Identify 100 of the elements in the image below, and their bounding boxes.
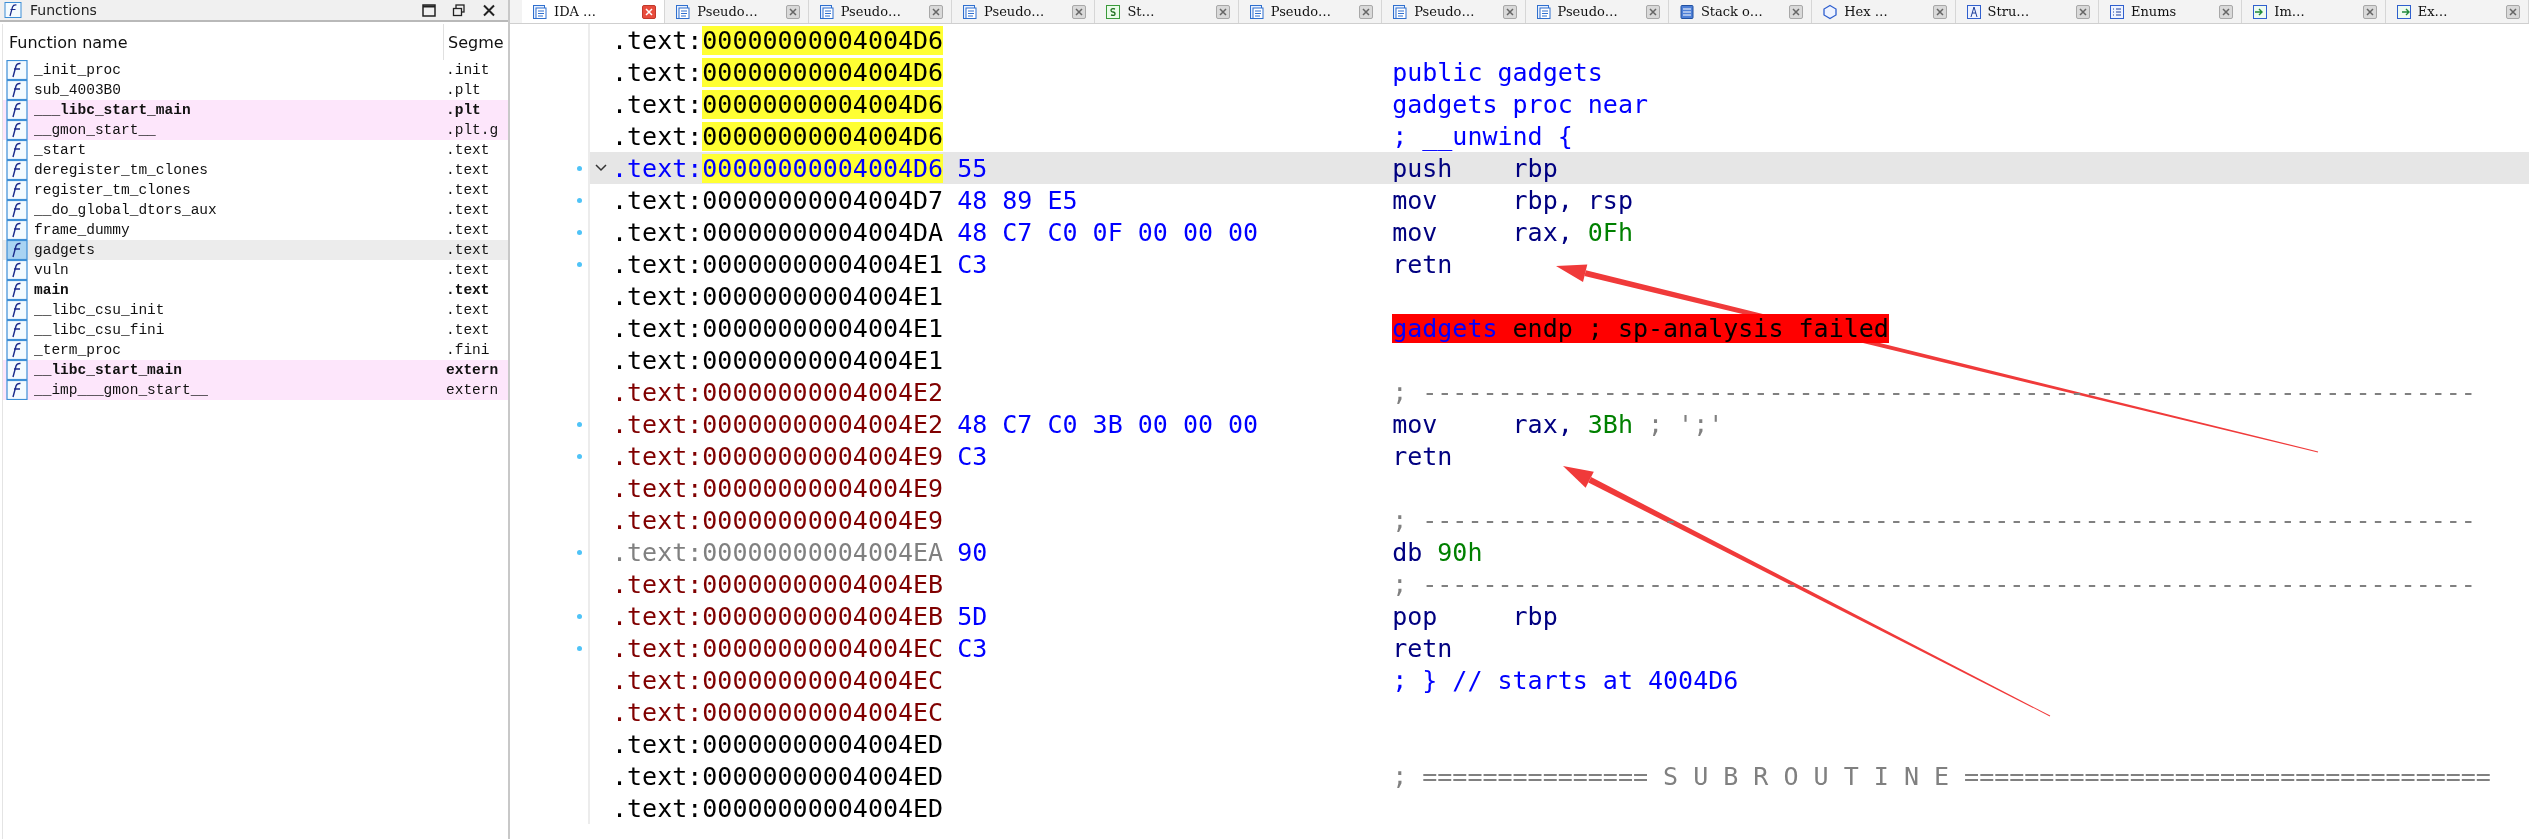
tab-close-button[interactable] <box>1645 4 1660 19</box>
segment-name: .fini <box>445 342 491 358</box>
tab-close-button[interactable] <box>1072 4 1087 19</box>
address-text: .text:00000000004004EB <box>612 601 944 631</box>
tab[interactable]: Stru… <box>1955 0 2099 23</box>
function-row[interactable]: frame_dummy .text <box>3 220 508 240</box>
function-row[interactable]: deregister_tm_clones .text <box>3 160 508 180</box>
document-icon <box>675 3 692 20</box>
stack-icon <box>1678 3 1695 20</box>
panel-title: Functions <box>30 1 98 19</box>
function-name: __libc_start_main <box>34 362 182 378</box>
tab-close-button[interactable] <box>1215 4 1230 19</box>
tab[interactable]: Pseudo… <box>952 0 1096 23</box>
export-icon <box>2395 3 2412 20</box>
segment-name: .text <box>445 262 491 278</box>
function-row[interactable]: __do_global_dtors_aux .text <box>3 200 508 220</box>
function-name: deregister_tm_clones <box>34 162 209 178</box>
tab-close-button[interactable] <box>929 4 944 19</box>
document-icon <box>1392 3 1409 20</box>
address-text: .text:00000000004004D7 <box>612 185 944 215</box>
tab-label: Im… <box>2274 4 2306 19</box>
function-row[interactable]: register_tm_clones .text <box>3 180 508 200</box>
instruction-text: gadgets proc near <box>1392 89 1648 119</box>
tab[interactable]: Im… <box>2242 0 2386 23</box>
instruction-text: mov rax, 0Fh <box>1392 217 1633 247</box>
tab-close-button[interactable] <box>1789 4 1804 19</box>
segment-name: .plt.g <box>445 122 500 138</box>
tab-label: Pseudo… <box>984 4 1046 19</box>
tab-close-button[interactable] <box>1359 4 1374 19</box>
import-icon <box>2252 3 2269 20</box>
function-name: __libc_csu_fini <box>34 322 165 338</box>
list-icon <box>2108 3 2125 20</box>
function-row[interactable]: _term_proc .fini <box>3 340 508 360</box>
tab-close-button[interactable] <box>2075 4 2090 19</box>
function-row[interactable]: main .text <box>3 280 508 300</box>
tab-label: Pseudo… <box>1414 4 1476 19</box>
tab-close-button[interactable] <box>2219 4 2234 19</box>
opcode-bytes: 5D <box>957 601 988 631</box>
function-row[interactable]: __libc_start_main extern <box>3 360 508 380</box>
function-row[interactable]: _start .text <box>3 140 508 160</box>
function-name: __gmon_start__ <box>34 122 156 138</box>
column-header[interactable]: Segme <box>443 24 508 60</box>
tab-close-button[interactable] <box>642 4 657 19</box>
segment-name: .text <box>445 162 491 178</box>
tab[interactable]: Pseudo… <box>665 0 809 23</box>
address-text: .text:00000000004004E1 <box>612 281 944 311</box>
segment-name: .text <box>445 202 491 218</box>
document-icon <box>1535 3 1552 20</box>
tab-label: Stack o… <box>1700 4 1764 19</box>
opcode-bytes: C3 <box>957 249 988 279</box>
instruction-text: push rbp <box>1392 153 1558 183</box>
function-row[interactable]: __gmon_start__ .plt.g <box>3 120 508 140</box>
instruction-text: mov rax, 3Bh ; ';' <box>1392 409 1724 439</box>
tab-close-button[interactable] <box>2362 4 2377 19</box>
function-name: ___libc_start_main <box>34 102 191 118</box>
tab[interactable]: Ex… <box>2385 0 2529 23</box>
function-name: _start <box>34 142 87 158</box>
instruction-text: pop rbp <box>1392 601 1558 631</box>
segment-name: .text <box>445 242 491 258</box>
function-row[interactable]: __libc_csu_init .text <box>3 300 508 320</box>
tab-label: Hex … <box>1844 4 1889 19</box>
function-row[interactable]: sub_4003B0 .plt <box>3 80 508 100</box>
function-icon <box>6 200 28 220</box>
tab[interactable]: Hex … <box>1812 0 1956 23</box>
function-icon <box>6 80 28 100</box>
tab[interactable]: Pseudo… <box>1238 0 1383 23</box>
function-name: sub_4003B0 <box>34 82 121 98</box>
tab-close-button[interactable] <box>1502 4 1517 19</box>
address-text: .text:00000000004004E1 <box>612 249 944 279</box>
address-text: .text:00000000004004E2 <box>612 409 944 439</box>
instruction-text: retn <box>1392 633 1454 663</box>
tab-close-button[interactable] <box>785 4 800 19</box>
tab[interactable]: Enums <box>2098 0 2243 23</box>
tab-close-button[interactable] <box>2506 4 2521 19</box>
tab[interactable]: Pseudo… <box>1525 0 1669 23</box>
tab-close-button[interactable] <box>1932 4 1947 19</box>
function-row[interactable]: vuln .text <box>3 260 508 280</box>
function-icon <box>6 100 28 120</box>
opcode-bytes: 48 89 E5 <box>957 185 1078 215</box>
function-row[interactable]: _init_proc .init <box>3 60 508 80</box>
instruction-text: db 90h <box>1392 537 1483 567</box>
tab[interactable]: St… <box>1095 0 1239 23</box>
instruction-text: ; =============== S U B R O U T I N E =================================== <box>1392 761 2491 791</box>
tab[interactable]: IDA … <box>522 0 666 23</box>
tab[interactable]: Stack o… <box>1668 0 1813 23</box>
function-row[interactable]: __imp___gmon_start__ extern <box>3 380 508 400</box>
segment-name: .text <box>445 222 491 238</box>
column-header[interactable]: Function name <box>3 24 443 60</box>
tab[interactable]: Pseudo… <box>808 0 953 23</box>
function-row[interactable]: __libc_csu_fini .text <box>3 320 508 340</box>
function-name: _term_proc <box>34 342 121 358</box>
segment-name: extern <box>445 382 500 398</box>
segment-name: .text <box>445 302 491 318</box>
function-row[interactable]: ___libc_start_main .plt <box>3 100 508 120</box>
function-row[interactable]: gadgets .text <box>3 240 508 260</box>
collapse-chevron-icon[interactable] <box>595 164 607 172</box>
tab[interactable]: Pseudo… <box>1382 0 1526 23</box>
opcode-bytes: C3 <box>957 633 988 663</box>
tab-label: Pseudo… <box>1270 4 1333 19</box>
address-text: .text:00000000004004ED <box>612 793 944 823</box>
